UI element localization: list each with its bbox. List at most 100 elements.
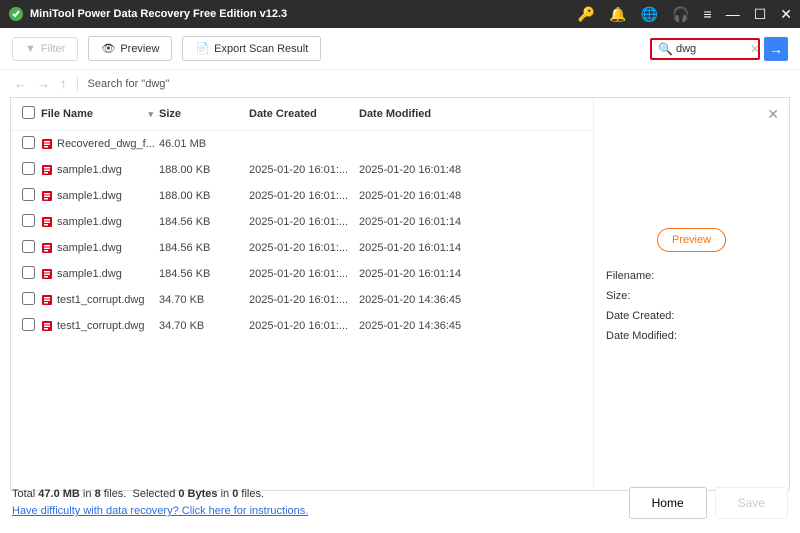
file-name: test1_corrupt.dwg — [57, 320, 144, 332]
file-size: 184.56 KB — [159, 268, 249, 280]
total-mid: in — [80, 488, 95, 500]
breadcrumb: ← → ↑ Search for "dwg" — [0, 70, 800, 97]
row-checkbox[interactable] — [22, 266, 35, 279]
table-row[interactable]: test1_corrupt.dwg34.70 KB2025-01-20 16:0… — [11, 313, 593, 339]
file-modified: 2025-01-20 14:36:45 — [359, 320, 499, 332]
filter-label: Filter — [41, 43, 65, 55]
main-area: File Name ▾ Size Date Created Date Modifi… — [10, 97, 790, 491]
bell-icon[interactable]: 🔔 — [609, 7, 626, 21]
search-submit-button[interactable]: → — [764, 37, 788, 61]
file-created: 2025-01-20 16:01:... — [249, 216, 359, 228]
help-link[interactable]: Have difficulty with data recovery? Clic… — [12, 505, 308, 517]
file-modified: 2025-01-20 16:01:48 — [359, 164, 499, 176]
preview-label: Preview — [120, 43, 159, 55]
table-row[interactable]: sample1.dwg188.00 KB2025-01-20 16:01:...… — [11, 183, 593, 209]
table-row[interactable]: sample1.dwg 188.00 KB2025-01-20 16:01:...… — [11, 157, 593, 183]
preview-pane: ✕ Preview Filename: Size: Date Created: … — [593, 98, 789, 490]
file-modified: 2025-01-20 16:01:14 — [359, 242, 499, 254]
file-modified: 2025-01-20 14:36:45 — [359, 294, 499, 306]
search-box: 🔍 ✕ — [650, 38, 760, 60]
totals-line: Total 47.0 MB in 8 files. Selected 0 Byt… — [12, 486, 308, 504]
selected-suffix: files. — [238, 488, 264, 500]
search-input[interactable] — [676, 43, 746, 55]
row-checkbox[interactable] — [22, 188, 35, 201]
row-checkbox[interactable] — [22, 214, 35, 227]
preview-filename-label: Filename: — [606, 270, 777, 282]
export-icon: 📄 — [195, 42, 209, 55]
key-icon[interactable]: 🔑 — [578, 7, 595, 21]
row-checkbox[interactable] — [22, 318, 35, 331]
dwg-file-icon — [41, 268, 53, 280]
divider — [77, 77, 78, 91]
row-checkbox[interactable] — [22, 136, 35, 149]
globe-icon[interactable]: 🌐 — [641, 7, 658, 21]
app-title: MiniTool Power Data Recovery Free Editio… — [30, 8, 578, 20]
toolbar: ▼ Filter 👁 Preview 📄 Export Scan Result … — [0, 28, 800, 70]
file-size: 188.00 KB — [159, 164, 249, 176]
app-icon — [8, 6, 24, 22]
table-row[interactable]: sample1.dwg 184.56 KB2025-01-20 16:01:...… — [11, 261, 593, 287]
row-checkbox[interactable] — [22, 162, 35, 175]
row-checkbox[interactable] — [22, 240, 35, 253]
table-row[interactable]: test1_corrupt.dwg34.70 KB2025-01-20 16:0… — [11, 287, 593, 313]
footer: Total 47.0 MB in 8 files. Selected 0 Byt… — [0, 476, 800, 533]
table-row[interactable]: sample1.dwg184.56 KB2025-01-20 16:01:...… — [11, 235, 593, 261]
file-created: 2025-01-20 16:01:... — [249, 268, 359, 280]
dwg-file-icon — [41, 242, 53, 254]
dwg-file-icon — [41, 190, 53, 202]
column-header-name-label: File Name — [41, 108, 93, 120]
home-button[interactable]: Home — [629, 487, 707, 519]
total-suffix: files. — [101, 488, 127, 500]
up-icon[interactable]: ↑ — [60, 76, 67, 91]
file-modified: 2025-01-20 16:01:48 — [359, 190, 499, 202]
menu-icon[interactable]: ≡ — [704, 7, 712, 21]
clear-search-icon[interactable]: ✕ — [750, 42, 760, 56]
total-prefix: Total — [12, 488, 38, 500]
selected-prefix: Selected — [133, 488, 179, 500]
file-modified: 2025-01-20 16:01:14 — [359, 268, 499, 280]
eye-icon: 👁 — [101, 42, 115, 55]
column-header-modified[interactable]: Date Modified — [359, 108, 499, 120]
column-header-name[interactable]: File Name ▾ — [41, 108, 159, 120]
file-name: sample1.dwg — [57, 190, 122, 202]
file-name: sample1.dwg — [57, 242, 122, 254]
export-button[interactable]: 📄 Export Scan Result — [182, 36, 321, 61]
file-name: sample1.dwg — [57, 268, 122, 280]
file-name: sample1.dwg — [57, 216, 122, 228]
select-all-checkbox[interactable] — [22, 106, 35, 119]
file-name: Recovered_dwg_f... — [57, 138, 155, 150]
file-created: 2025-01-20 16:01:... — [249, 294, 359, 306]
file-modified: 2025-01-20 16:01:14 — [359, 216, 499, 228]
filter-button[interactable]: ▼ Filter — [12, 37, 78, 61]
file-size: 184.56 KB — [159, 216, 249, 228]
headset-icon[interactable]: 🎧 — [672, 7, 689, 21]
minimize-icon[interactable]: — — [726, 7, 740, 21]
close-icon[interactable]: ✕ — [780, 7, 792, 21]
file-name: test1_corrupt.dwg — [57, 294, 144, 306]
preview-modified-label: Date Modified: — [606, 330, 777, 342]
preview-file-button[interactable]: Preview — [657, 228, 726, 252]
file-name: sample1.dwg — [57, 164, 122, 176]
file-size: 46.01 MB — [159, 138, 249, 150]
file-created: 2025-01-20 16:01:... — [249, 164, 359, 176]
row-checkbox[interactable] — [22, 292, 35, 305]
titlebar: MiniTool Power Data Recovery Free Editio… — [0, 0, 800, 28]
column-header-size[interactable]: Size — [159, 108, 249, 120]
column-header-created[interactable]: Date Created — [249, 108, 359, 120]
maximize-icon[interactable]: ☐ — [754, 7, 767, 21]
save-button[interactable]: Save — [715, 487, 788, 519]
close-preview-icon[interactable]: ✕ — [767, 106, 779, 123]
table-row[interactable]: Recovered_dwg_f... 46.01 MB — [11, 131, 593, 157]
back-icon[interactable]: ← — [14, 76, 27, 91]
dwg-file-icon — [41, 320, 53, 332]
dwg-file-icon — [41, 216, 53, 228]
dwg-file-icon — [41, 294, 53, 306]
table-row[interactable]: sample1.dwg 184.56 KB2025-01-20 16:01:...… — [11, 209, 593, 235]
selected-mid: in — [218, 488, 233, 500]
column-header-row: File Name ▾ Size Date Created Date Modifi… — [11, 98, 593, 131]
forward-icon[interactable]: → — [37, 76, 50, 91]
dwg-file-icon — [41, 164, 53, 176]
preview-button[interactable]: 👁 Preview — [88, 36, 172, 61]
export-label: Export Scan Result — [214, 43, 308, 55]
sort-indicator-icon: ▾ — [148, 109, 153, 120]
